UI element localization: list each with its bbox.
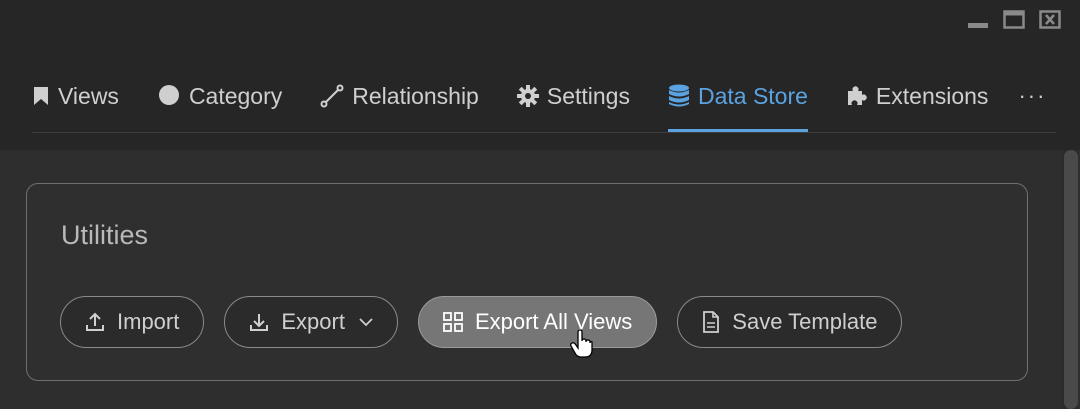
- tab-category[interactable]: Category: [157, 72, 282, 120]
- upload-icon: [85, 312, 105, 332]
- scrollbar-thumb[interactable]: [1064, 150, 1078, 409]
- tab-extensions[interactable]: Extensions: [846, 72, 989, 120]
- tab-data-store[interactable]: Data Store: [667, 72, 808, 132]
- app-window: Views Category Relationship Settings Dat…: [0, 0, 1080, 409]
- close-icon[interactable]: [1038, 10, 1062, 30]
- link-line-icon: [320, 84, 344, 108]
- download-icon: [249, 312, 269, 332]
- utility-buttons: Import Export Export All Views Save Temp…: [60, 296, 903, 348]
- tab-label: Category: [188, 82, 283, 109]
- save-template-button[interactable]: Save Template: [677, 296, 903, 348]
- panel-title: Utilities: [61, 220, 149, 250]
- window-controls: [966, 10, 1062, 30]
- document-icon: [702, 311, 720, 333]
- gear-icon: [516, 85, 539, 107]
- import-button[interactable]: Import: [60, 296, 205, 348]
- tab-views[interactable]: Views: [32, 72, 119, 120]
- hand-cursor-icon: [570, 329, 594, 363]
- grid-icon: [443, 312, 463, 332]
- chevron-down-icon: [359, 317, 373, 327]
- minimize-icon[interactable]: [966, 10, 990, 30]
- tab-label: Extensions: [875, 82, 989, 109]
- circle-icon: [157, 84, 181, 108]
- tab-relationship[interactable]: Relationship: [320, 72, 479, 120]
- bookmark-icon: [32, 86, 50, 106]
- tab-list: Views Category Relationship Settings Dat…: [32, 72, 1046, 132]
- more-tabs-button[interactable]: ···: [1018, 83, 1046, 109]
- database-icon: [668, 84, 690, 108]
- puzzle-icon: [846, 85, 868, 107]
- tab-bar: Views Category Relationship Settings Dat…: [0, 0, 1080, 150]
- maximize-icon[interactable]: [1002, 10, 1026, 30]
- tab-label: Views: [58, 82, 119, 109]
- button-label: Import: [117, 309, 180, 334]
- content-area: Utilities Import Export Export All Views…: [0, 150, 1080, 409]
- tab-settings[interactable]: Settings: [516, 72, 630, 120]
- tab-label: Data Store: [697, 82, 808, 109]
- button-label: Export: [281, 309, 345, 334]
- tab-divider: [32, 132, 1056, 133]
- utilities-panel: Utilities Import Export Export All Views…: [26, 183, 1028, 381]
- tab-label: Relationship: [352, 82, 479, 109]
- tab-label: Settings: [546, 82, 630, 109]
- button-label: Save Template: [732, 309, 878, 334]
- export-all-views-button[interactable]: Export All Views: [417, 296, 658, 348]
- button-label: Export All Views: [474, 309, 633, 334]
- export-button[interactable]: Export: [224, 296, 398, 348]
